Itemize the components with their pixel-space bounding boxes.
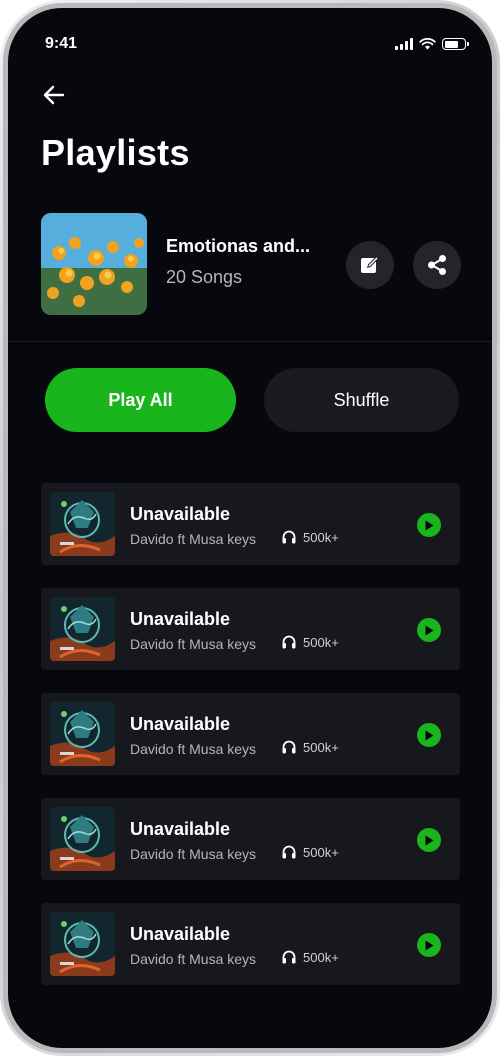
track-artist: Davido ft Musa keys [130, 846, 257, 862]
track-listens: 500k+ [281, 634, 339, 650]
track-listen-count: 500k+ [303, 529, 339, 545]
track-row[interactable]: Unavailable Davido ft Musa keys 500k+ [41, 903, 460, 985]
playlist-name: Emotionas and... [166, 236, 311, 256]
track-row[interactable]: Unavailable Davido ft Musa keys 500k+ [41, 798, 460, 880]
track-artist: Davido ft Musa keys [130, 741, 257, 757]
track-row[interactable]: Unavailable Davido ft Musa keys 500k+ [41, 588, 460, 670]
track-artist: Davido ft Musa keys [130, 951, 257, 967]
share-icon [428, 255, 446, 275]
track-row[interactable]: Unavailable Davido ft Musa keys 500k+ [41, 693, 460, 775]
headphones-icon [282, 950, 296, 964]
track-listen-count: 500k+ [303, 844, 339, 860]
headphones-icon [282, 635, 296, 649]
track-artist: Davido ft Musa keys [130, 636, 257, 652]
track-row[interactable]: Unavailable Davido ft Musa keys 500k+ [41, 483, 460, 565]
track-title: Unavailable [130, 924, 231, 944]
track-listen-count: 500k+ [303, 739, 339, 755]
track-listen-count: 500k+ [303, 949, 339, 965]
track-play-button[interactable] [417, 723, 441, 747]
track-play-button[interactable] [417, 933, 441, 957]
divider [8, 341, 492, 342]
arrow-left-icon [43, 85, 65, 105]
track-cover-image [50, 912, 115, 976]
track-listens: 500k+ [281, 844, 339, 860]
signal-icon [395, 38, 413, 50]
track-cover-image [50, 807, 115, 871]
headphones-icon [282, 845, 296, 859]
headphones-icon [282, 530, 296, 544]
edit-icon [361, 256, 379, 273]
phone-frame: 9:41 Playlists Emotionas and... 20 Songs… [0, 0, 500, 1056]
track-listens: 500k+ [281, 949, 339, 965]
playlist-song-count: 20 Songs [166, 267, 243, 287]
track-artist: Davido ft Musa keys [130, 531, 257, 547]
share-playlist-button[interactable] [413, 241, 461, 289]
shuffle-button[interactable]: Shuffle [264, 368, 459, 432]
status-icons [395, 38, 469, 50]
track-cover-image [50, 492, 115, 556]
track-listens: 500k+ [281, 739, 339, 755]
screen: 9:41 Playlists Emotionas and... 20 Songs… [8, 8, 492, 1048]
page-title: Playlists [41, 132, 190, 173]
play-icon [425, 625, 434, 635]
play-icon [425, 835, 434, 845]
track-title: Unavailable [130, 819, 231, 839]
wifi-icon [419, 38, 436, 50]
play-all-button[interactable]: Play All [45, 368, 236, 432]
playlist-info: Emotionas and... 20 Songs [166, 236, 310, 288]
track-listens: 500k+ [281, 529, 339, 545]
track-title: Unavailable [130, 714, 231, 734]
track-title: Unavailable [130, 504, 231, 524]
back-button[interactable] [41, 82, 67, 108]
track-play-button[interactable] [417, 828, 441, 852]
phone-bezel: 9:41 Playlists Emotionas and... 20 Songs… [3, 3, 497, 1053]
playlist-cover-image [41, 213, 147, 315]
track-cover-image [50, 597, 115, 661]
status-time: 9:41 [45, 35, 78, 52]
track-title: Unavailable [130, 609, 231, 629]
headphones-icon [282, 740, 296, 754]
battery-icon [442, 38, 469, 50]
play-icon [425, 520, 434, 530]
track-play-button[interactable] [417, 618, 441, 642]
track-listen-count: 500k+ [303, 634, 339, 650]
play-icon [425, 940, 434, 950]
track-play-button[interactable] [417, 513, 441, 537]
track-cover-image [50, 702, 115, 766]
track-list: Unavailable Davido ft Musa keys 500k+ Un… [41, 483, 460, 1008]
edit-playlist-button[interactable] [346, 241, 394, 289]
play-icon [425, 730, 434, 740]
